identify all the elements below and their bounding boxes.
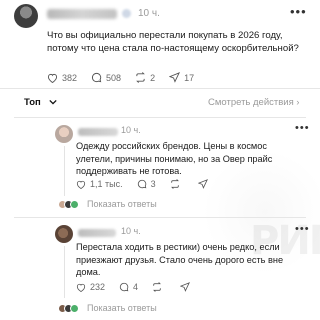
like-count: 382 [62, 72, 78, 83]
main-post: 10 ч. ••• Что вы официально перестали по… [0, 0, 320, 88]
post-time: 10 ч. [138, 8, 160, 19]
divider [14, 217, 306, 218]
comment-text: Перестала ходить в рестики) очень редко,… [76, 242, 284, 277]
send-icon [180, 282, 191, 292]
comment-count: 3 [150, 179, 156, 189]
chevron-down-icon[interactable] [49, 99, 57, 105]
comment-count: 508 [106, 72, 122, 83]
comment-icon [91, 72, 102, 83]
heart-icon [47, 73, 58, 83]
repost-button[interactable]: 2 [135, 72, 155, 83]
thread-line [64, 246, 65, 298]
post-actions: 382 508 2 17 [47, 72, 208, 83]
commenter-name-blurred[interactable] [78, 128, 118, 136]
show-replies-button[interactable]: Показать ответы [58, 303, 157, 313]
comment-actions: 1,1 тыс. 3 [76, 179, 226, 189]
verified-badge-icon [122, 9, 131, 18]
author-name-blurred[interactable] [47, 9, 117, 19]
comment-time: 10 ч. [121, 125, 141, 135]
share-count: 17 [184, 72, 195, 83]
comment-button[interactable]: 4 [119, 282, 138, 292]
like-button[interactable]: 382 [47, 73, 77, 83]
repost-icon [136, 72, 145, 83]
sort-selector[interactable]: Топ [24, 97, 41, 108]
like-button[interactable]: 232 [76, 282, 105, 292]
like-count: 232 [90, 282, 106, 292]
repost-icon [170, 179, 179, 189]
repost-button[interactable] [152, 282, 166, 292]
show-replies-button[interactable]: Показать ответы [58, 199, 157, 209]
divider [14, 117, 306, 118]
comment-count: 4 [133, 282, 139, 292]
commenter-name-blurred[interactable] [78, 229, 116, 237]
like-count: 1,1 тыс. [90, 179, 123, 189]
post-text: Что вы официально перестали покупать в 2… [47, 30, 299, 54]
avatar [70, 303, 79, 313]
share-button[interactable] [180, 282, 194, 292]
avatar[interactable] [14, 4, 38, 28]
comment-icon [137, 179, 146, 189]
avatar [70, 199, 79, 209]
show-replies-label: Показать ответы [87, 303, 157, 313]
comment-icon [119, 282, 129, 292]
chevron-right-icon: › [296, 97, 300, 107]
divider [0, 88, 320, 89]
comment-button[interactable]: 508 [91, 72, 121, 83]
send-icon [169, 72, 181, 83]
avatar[interactable] [55, 125, 73, 143]
watch-activity-label: Смотреть действия [208, 97, 294, 108]
comment-time: 10 ч. [121, 226, 141, 236]
thread-line [64, 146, 65, 196]
heart-icon [76, 180, 86, 189]
like-button[interactable]: 1,1 тыс. [76, 179, 123, 189]
more-icon[interactable]: ••• [295, 223, 310, 235]
more-icon[interactable]: ••• [290, 4, 307, 19]
heart-icon [76, 283, 86, 292]
show-replies-label: Показать ответы [87, 199, 157, 209]
avatar[interactable] [55, 225, 73, 243]
comment-button[interactable]: 3 [137, 179, 156, 189]
watch-activity-link[interactable]: Смотреть действия › [208, 97, 299, 108]
repost-button[interactable] [170, 179, 184, 189]
repost-icon [153, 282, 161, 292]
comment-text: Одежду российских брендов. Цены в космос… [76, 141, 273, 176]
share-button[interactable] [197, 179, 212, 189]
repost-count: 2 [150, 72, 156, 83]
more-icon[interactable]: ••• [295, 122, 310, 134]
share-button[interactable]: 17 [169, 72, 194, 83]
comment-actions: 232 4 [76, 282, 208, 292]
send-icon [197, 179, 208, 189]
